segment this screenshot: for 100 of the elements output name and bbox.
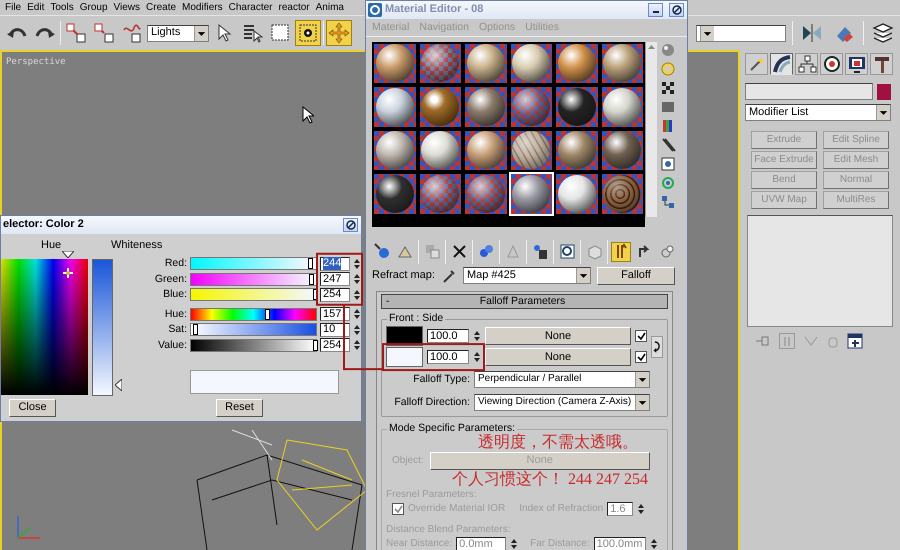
channel-label: Value: <box>157 338 187 352</box>
restore-icon[interactable] <box>346 220 356 230</box>
crosshair-icon[interactable] <box>62 268 73 278</box>
map-button[interactable]: None <box>485 327 631 346</box>
menu-item[interactable]: reactor <box>276 2 314 14</box>
configure-icon[interactable] <box>847 333 863 349</box>
value-field[interactable]: 254 <box>320 288 350 302</box>
bind-icon[interactable] <box>121 22 143 44</box>
selection-filter-dropdown[interactable]: Lights <box>147 24 209 42</box>
spinner-icon[interactable] <box>473 350 481 364</box>
channel-label: Blue: <box>162 288 187 302</box>
swap-icon[interactable] <box>651 336 663 358</box>
navigator-icon[interactable] <box>660 194 676 210</box>
map-button[interactable]: None <box>485 348 631 366</box>
color-slider[interactable] <box>190 257 317 270</box>
spinner-icon[interactable] <box>473 329 481 344</box>
menu-item[interactable]: Tools <box>48 2 78 14</box>
whiteness-marker-icon[interactable] <box>115 379 122 392</box>
map-type-button[interactable]: Falloff <box>596 266 675 285</box>
color-slider[interactable] <box>190 272 317 286</box>
menu-item[interactable]: Views <box>112 2 144 14</box>
map-label: Refract map: <box>372 269 435 282</box>
named-selection-dropdown[interactable] <box>696 24 786 42</box>
restore-icon[interactable] <box>672 5 682 15</box>
map-name-dropdown[interactable]: Map #425 <box>462 267 591 284</box>
spinner-icon[interactable] <box>353 307 361 322</box>
falloff-direction-dropdown[interactable]: Viewing Direction (Camera Z-Axis) <box>474 394 650 411</box>
reset-button[interactable]: Reset <box>216 399 263 417</box>
spinner-icon[interactable] <box>353 272 361 286</box>
mouse-pointer-icon <box>302 106 314 124</box>
checker-icon[interactable] <box>660 80 676 96</box>
slider-thumb[interactable] <box>265 308 270 320</box>
channel-label: Green: <box>154 272 187 286</box>
menu-item[interactable]: Edit <box>25 2 48 14</box>
channel-label: Hue: <box>164 308 187 321</box>
value-field[interactable]: 157 <box>320 307 350 322</box>
preview-icon[interactable] <box>660 156 676 172</box>
value-field[interactable]: 244 <box>320 256 350 271</box>
display-icon[interactable] <box>846 54 866 74</box>
value-field[interactable]: 100.0 <box>427 350 469 364</box>
color-swatch[interactable] <box>386 347 423 368</box>
value-field[interactable]: 10 <box>320 322 350 337</box>
slider-thumb[interactable] <box>308 258 313 270</box>
falloff-type-dropdown[interactable]: Perpendicular / Parallel <box>474 370 650 388</box>
slider-thumb[interactable] <box>312 340 318 351</box>
link-icon[interactable] <box>65 22 87 44</box>
menu-item[interactable]: Anima <box>314 2 348 14</box>
slider-thumb[interactable] <box>192 324 198 336</box>
annotation-text: 个人习惯这个！ 244 247 254 <box>451 470 649 489</box>
checkmark-icon <box>636 332 646 341</box>
spinner-icon[interactable] <box>353 322 361 337</box>
viewport-label: Perspective <box>6 57 66 68</box>
menu-item[interactable]: File <box>3 2 26 14</box>
color-slider[interactable] <box>190 323 317 336</box>
window-title: Material Editor - 08 <box>385 3 484 17</box>
collapse-toggle[interactable]: - <box>382 294 396 308</box>
object-color-swatch[interactable] <box>877 84 891 100</box>
sphere-icon[interactable] <box>660 42 676 58</box>
spinner-icon[interactable] <box>353 338 361 352</box>
field-label: Falloff Type: <box>412 372 470 386</box>
layers-icon[interactable] <box>872 22 894 44</box>
modifier-list-dropdown[interactable]: Modifier List <box>745 104 891 121</box>
menu-item[interactable]: Modifiers <box>180 2 227 14</box>
unlink-icon[interactable] <box>93 22 115 44</box>
modifier-stack-list[interactable] <box>747 215 893 327</box>
leader-line <box>343 304 383 370</box>
color-slider[interactable] <box>190 288 317 302</box>
value-field[interactable]: 247 <box>320 272 350 286</box>
wheel-icon[interactable] <box>822 54 842 74</box>
delete-icon[interactable] <box>450 243 468 260</box>
group-label: Front : Side <box>387 312 446 324</box>
whiteness-label: Whiteness <box>111 238 162 252</box>
move-icon[interactable] <box>328 22 350 44</box>
mirror-icon[interactable] <box>801 22 823 44</box>
spinner-icon[interactable] <box>353 288 361 302</box>
select-by-name-icon[interactable] <box>241 22 263 44</box>
app-logo-icon <box>368 3 382 17</box>
channel-label: Red: <box>164 257 187 270</box>
color-slider[interactable] <box>190 338 317 352</box>
hierarchy-icon[interactable] <box>796 54 816 74</box>
slider-thumb[interactable] <box>312 289 318 300</box>
color-slider[interactable] <box>190 308 317 321</box>
checkbox[interactable] <box>635 351 647 364</box>
spinner-icon[interactable] <box>353 256 361 271</box>
close-button[interactable]: Close <box>9 399 56 417</box>
color-swatch[interactable] <box>386 326 423 346</box>
channel-label: Sat: <box>167 323 187 336</box>
checkbox[interactable] <box>635 330 647 342</box>
menu-item[interactable]: Character <box>226 2 277 14</box>
value-field[interactable]: 254 <box>320 338 350 352</box>
slider-thumb[interactable] <box>309 274 314 285</box>
eyedropper-icon[interactable] <box>440 268 457 284</box>
name-field[interactable] <box>745 83 873 100</box>
window-crossing-icon[interactable] <box>297 22 319 44</box>
group-label: Mode Specific Parameters: <box>387 422 518 434</box>
menu-item[interactable]: Create <box>144 2 180 14</box>
value-field[interactable]: 100.0 <box>427 329 469 344</box>
menu-item[interactable]: Group <box>78 2 112 14</box>
curve-icon[interactable] <box>772 54 792 74</box>
rollout-title[interactable]: Falloff Parameters <box>396 294 667 308</box>
